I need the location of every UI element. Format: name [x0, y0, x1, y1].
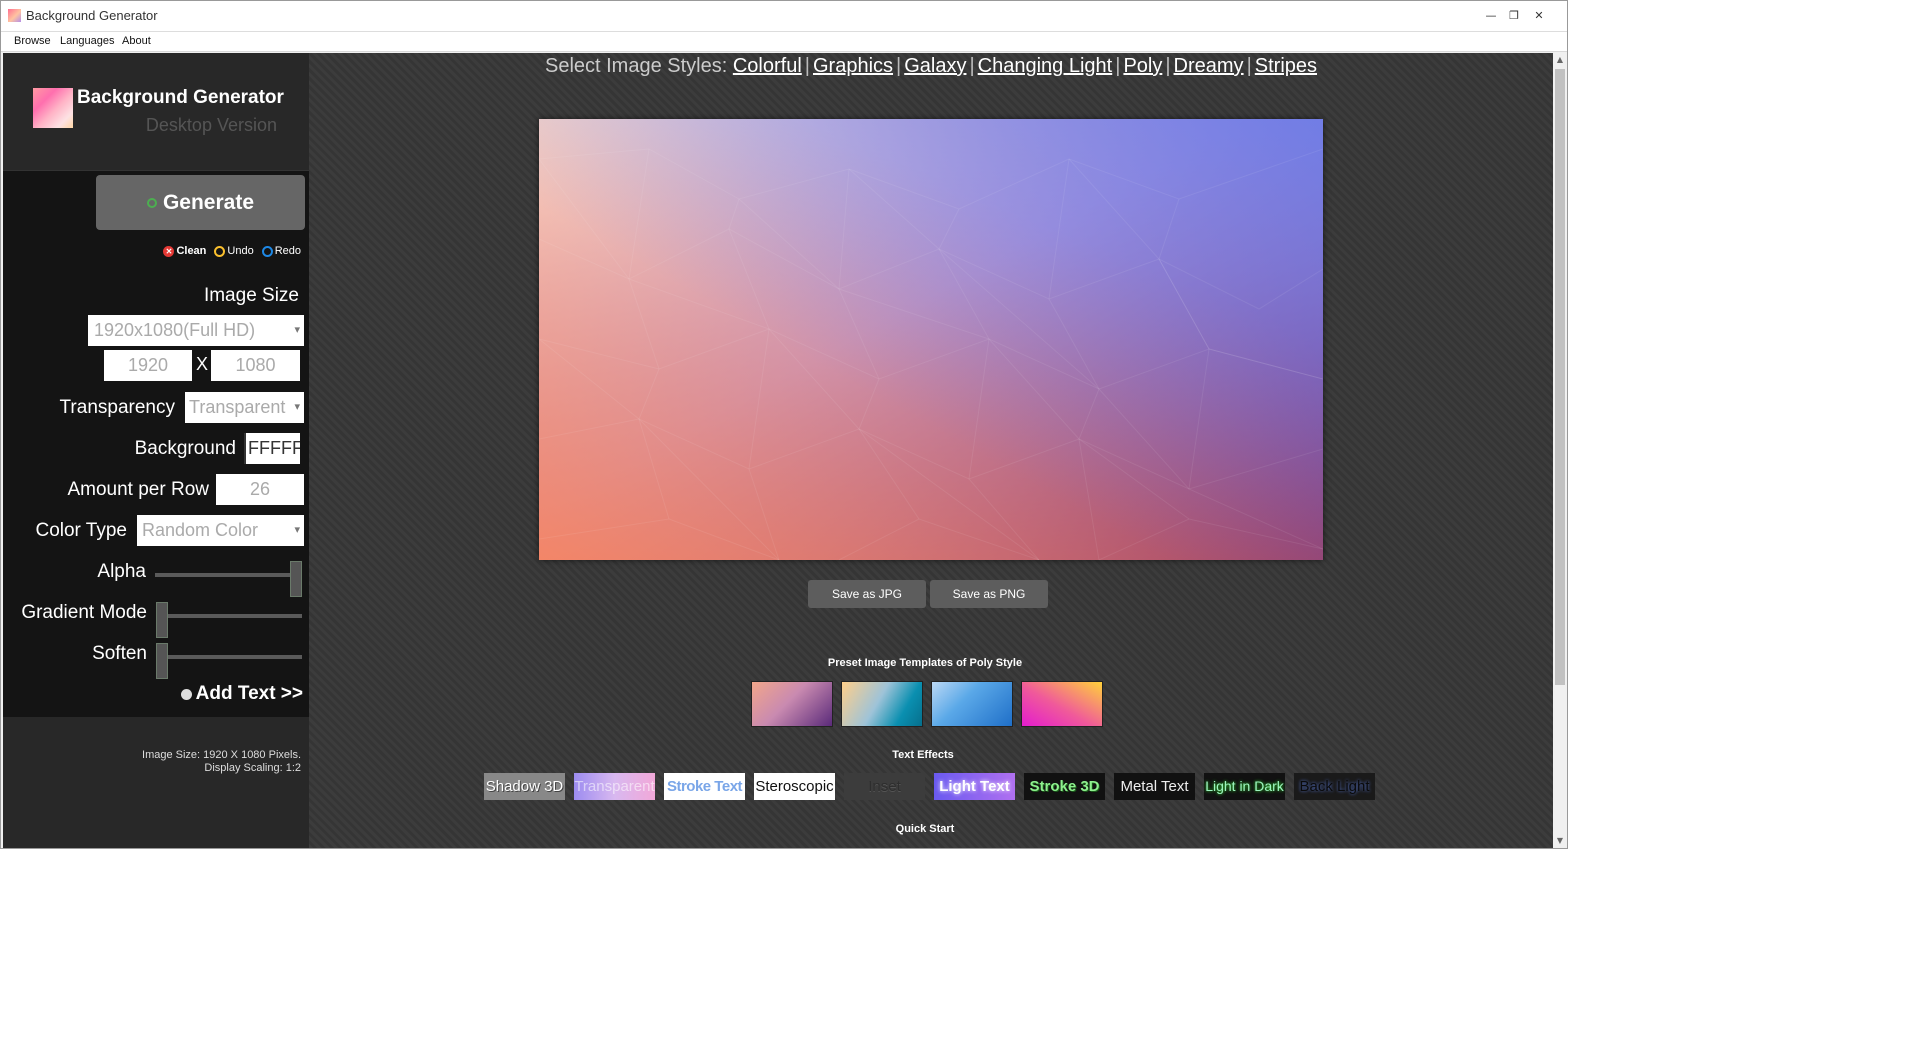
menu-browse[interactable]: Browse — [14, 35, 51, 47]
effect-metal-text[interactable]: Metal Text — [1114, 773, 1195, 800]
effect-shadow-3d[interactable]: Shadow 3D — [484, 773, 565, 800]
sidebar: Background Generator Desktop Version Gen… — [3, 53, 309, 848]
effect-inset[interactable]: Inset — [844, 773, 925, 800]
add-text-button[interactable]: Add Text >> — [180, 683, 303, 705]
clean-label: Clean — [176, 245, 207, 257]
style-separator: | — [804, 55, 810, 77]
alpha-slider-track[interactable] — [155, 573, 290, 577]
width-input[interactable]: 1920 — [104, 350, 192, 381]
style-link-poly[interactable]: Poly — [1123, 55, 1162, 77]
display-scaling-info: Display Scaling: 1:2 — [204, 762, 301, 774]
styles-prefix: Select Image Styles: — [544, 55, 728, 77]
undo-label: Undo — [227, 245, 254, 257]
style-separator: | — [1115, 55, 1121, 77]
undo-icon — [214, 245, 226, 257]
gradient-mode-label: Gradient Mode — [21, 602, 147, 623]
style-separator: | — [1246, 55, 1252, 77]
alpha-label: Alpha — [97, 561, 146, 582]
clean-icon: ✕ — [163, 245, 175, 257]
add-text-label: Add Text >> — [195, 683, 303, 704]
main-panel: Select Image Styles: Colorful | Graphics | G… — [309, 53, 1553, 848]
style-separator: | — [896, 55, 902, 77]
image-size-label: Image Size — [203, 285, 299, 306]
redo-button[interactable]: Redo — [261, 245, 301, 257]
background-color-input[interactable]: FFFFFF — [244, 433, 300, 464]
image-size-select[interactable]: 1920x1080(Full HD) — [88, 315, 304, 346]
effect-back-light[interactable]: Back Light — [1294, 773, 1375, 800]
gradient-mode-slider-thumb[interactable] — [156, 602, 168, 638]
restore-icon[interactable]: ❐ — [1500, 5, 1528, 27]
effect-light-text[interactable]: Light Text — [934, 773, 1015, 800]
effect-stroke-text[interactable]: Stroke Text — [664, 773, 745, 800]
app-icon — [8, 9, 21, 22]
amount-per-row-input[interactable]: 26 — [216, 474, 304, 505]
add-text-icon — [180, 688, 192, 700]
effect-stroke-3d[interactable]: Stroke 3D — [1024, 773, 1105, 800]
gradient-mode-slider-track[interactable] — [162, 614, 302, 618]
alpha-slider-thumb[interactable] — [290, 561, 302, 597]
template-thumb-1[interactable] — [751, 681, 833, 727]
menu-bar: Browse Languages About — [1, 32, 1567, 52]
scroll-up-icon[interactable]: ▲ — [1553, 53, 1567, 67]
save-png-button[interactable]: Save as PNG — [930, 580, 1048, 608]
style-link-stripes[interactable]: Stripes — [1255, 55, 1317, 77]
style-selector: Select Image Styles: Colorful | Graphics | G… — [309, 55, 1553, 78]
brand-subtitle: Desktop Version — [145, 115, 277, 135]
style-link-changing-light[interactable]: Changing Light — [978, 55, 1113, 77]
background-label: Background — [134, 438, 236, 459]
quick-start-title: Quick Start — [895, 823, 955, 835]
clean-button[interactable]: ✕ Clean — [163, 245, 206, 257]
redo-label: Redo — [274, 245, 301, 257]
preview-image — [539, 119, 1323, 560]
height-input[interactable]: 1080 — [211, 350, 300, 381]
text-effects-title: Text Effects — [892, 749, 954, 761]
menu-languages[interactable]: Languages — [60, 35, 114, 47]
brand-title: Background Generator — [77, 87, 284, 108]
style-link-colorful[interactable]: Colorful — [733, 55, 802, 77]
style-separator: | — [969, 55, 975, 77]
generate-label: Generate — [162, 190, 255, 214]
scroll-down-icon[interactable]: ▼ — [1553, 834, 1567, 848]
transparency-select[interactable]: Transparent — [185, 392, 304, 423]
soften-slider-thumb[interactable] — [156, 643, 168, 679]
effect-steroscopic[interactable]: Steroscopic — [754, 773, 835, 800]
style-link-dreamy[interactable]: Dreamy — [1174, 55, 1244, 77]
color-type-select[interactable]: Random Color — [137, 515, 304, 546]
generate-button[interactable]: Generate — [96, 175, 305, 230]
close-icon[interactable]: ✕ — [1525, 5, 1553, 27]
template-thumb-4[interactable] — [1021, 681, 1103, 727]
style-link-graphics[interactable]: Graphics — [813, 55, 893, 77]
transparency-label: Transparency — [59, 397, 175, 418]
menu-about[interactable]: About — [122, 35, 151, 47]
history-actions: ✕ Clean Undo Redo — [163, 245, 301, 257]
image-size-info: Image Size: 1920 X 1080 Pixels. — [142, 749, 301, 761]
brand-header: Background Generator Desktop Version — [3, 53, 309, 171]
sidebar-footer: Image Size: 1920 X 1080 Pixels. Display … — [3, 717, 309, 848]
app-logo — [33, 88, 73, 128]
main-scrollbar[interactable]: ▲ ▼ — [1553, 53, 1567, 848]
title-bar: Background Generator — ❐ ✕ — [1, 1, 1567, 32]
style-link-galaxy[interactable]: Galaxy — [904, 55, 966, 77]
effect-light-in-dark[interactable]: Light in Dark — [1204, 773, 1285, 800]
style-separator: | — [1165, 55, 1171, 77]
generate-icon — [146, 197, 157, 208]
soften-slider-track[interactable] — [162, 655, 302, 659]
templates-title: Preset Image Templates of Poly Style — [827, 657, 1023, 669]
effect-transparent[interactable]: Transparent — [574, 773, 655, 800]
template-thumb-3[interactable] — [931, 681, 1013, 727]
color-type-label: Color Type — [35, 520, 127, 541]
save-jpg-button[interactable]: Save as JPG — [808, 580, 926, 608]
template-thumb-2[interactable] — [841, 681, 923, 727]
undo-button[interactable]: Undo — [214, 245, 254, 257]
image-info: Image Size: 1920 X 1080 Pixels. Display … — [142, 749, 301, 775]
size-separator: X — [196, 354, 209, 374]
redo-icon — [261, 245, 273, 257]
scroll-thumb[interactable] — [1555, 69, 1565, 685]
window-title: Background Generator — [26, 8, 158, 23]
soften-label: Soften — [92, 643, 147, 664]
amount-per-row-label: Amount per Row — [67, 479, 209, 500]
app-window: Background Generator — ❐ ✕ Browse Langua… — [0, 0, 1568, 849]
